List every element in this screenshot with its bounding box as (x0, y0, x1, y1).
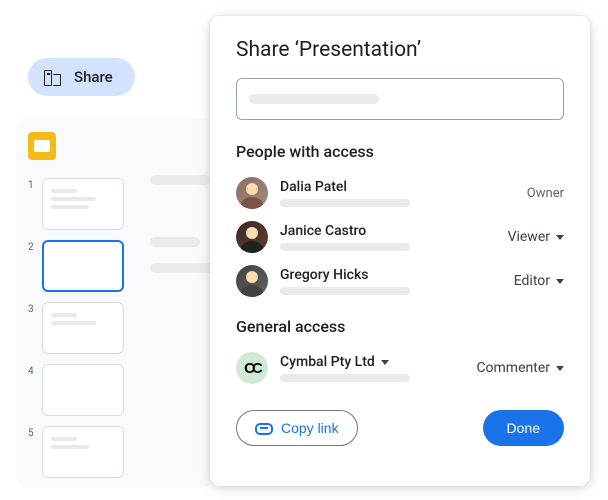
role-dropdown[interactable]: Editor (514, 273, 564, 289)
person-name: Janice Castro (280, 223, 496, 239)
person-row: Janice Castro Viewer (236, 215, 564, 259)
role-label: Viewer (508, 229, 550, 245)
general-section-title: General access (236, 317, 564, 336)
done-button[interactable]: Done (483, 410, 564, 446)
thumb-number: 1 (28, 178, 36, 191)
copy-link-button[interactable]: Copy link (236, 410, 358, 446)
slide-thumbnail[interactable] (42, 178, 124, 230)
chevron-down-icon (381, 360, 389, 365)
person-row: Dalia Patel Owner (236, 171, 564, 215)
thumb-number: 2 (28, 240, 36, 253)
role-label: Commenter (476, 360, 550, 376)
slide-thumbnail[interactable] (42, 302, 124, 354)
modal-title: Share ‘Presentation’ (236, 38, 564, 62)
people-section-title: People with access (236, 142, 564, 161)
thumb-number: 4 (28, 364, 36, 377)
avatar (236, 221, 268, 253)
chevron-down-icon (556, 366, 564, 371)
person-email-skeleton (280, 243, 410, 251)
slides-editor-window: 1 2 3 4 5 (16, 118, 214, 488)
slides-logo-icon (28, 132, 56, 160)
general-access-row: CC Cymbal Pty Ltd Commenter (236, 346, 564, 390)
slide-thumbnail-selected[interactable] (42, 240, 124, 292)
slide-thumbnail[interactable] (42, 364, 124, 416)
link-icon (255, 423, 273, 433)
person-email-skeleton (280, 287, 410, 295)
slide-thumbnail[interactable] (42, 426, 124, 478)
person-email-skeleton (280, 199, 410, 207)
chevron-down-icon (556, 235, 564, 240)
input-placeholder-skeleton (249, 94, 379, 104)
person-name: Dalia Patel (280, 179, 515, 195)
person-row: Gregory Hicks Editor (236, 259, 564, 303)
chevron-down-icon (556, 279, 564, 284)
avatar (236, 265, 268, 297)
add-people-input[interactable] (236, 78, 564, 120)
buildings-icon (44, 68, 64, 86)
copy-link-label: Copy link (281, 420, 339, 436)
thumb-number: 5 (28, 426, 36, 439)
org-name: Cymbal Pty Ltd (280, 354, 375, 370)
slide-thumbnail-row[interactable]: 3 (28, 302, 202, 354)
share-modal: Share ‘Presentation’ People with access … (210, 16, 590, 486)
org-desc-skeleton (280, 374, 410, 382)
role-label: Editor (514, 273, 550, 289)
thumb-number: 3 (28, 302, 36, 315)
slide-thumbnail-row[interactable]: 5 (28, 426, 202, 478)
role-dropdown[interactable]: Viewer (508, 229, 564, 245)
slide-thumbnail-row[interactable]: 4 (28, 364, 202, 416)
org-avatar: CC (236, 352, 268, 384)
share-chip[interactable]: Share (28, 58, 135, 96)
role-dropdown[interactable]: Commenter (476, 360, 564, 376)
role-owner-label: Owner (527, 186, 564, 201)
share-chip-label: Share (74, 68, 113, 86)
person-name: Gregory Hicks (280, 267, 502, 283)
avatar (236, 177, 268, 209)
org-access-dropdown[interactable]: Cymbal Pty Ltd (280, 354, 464, 370)
